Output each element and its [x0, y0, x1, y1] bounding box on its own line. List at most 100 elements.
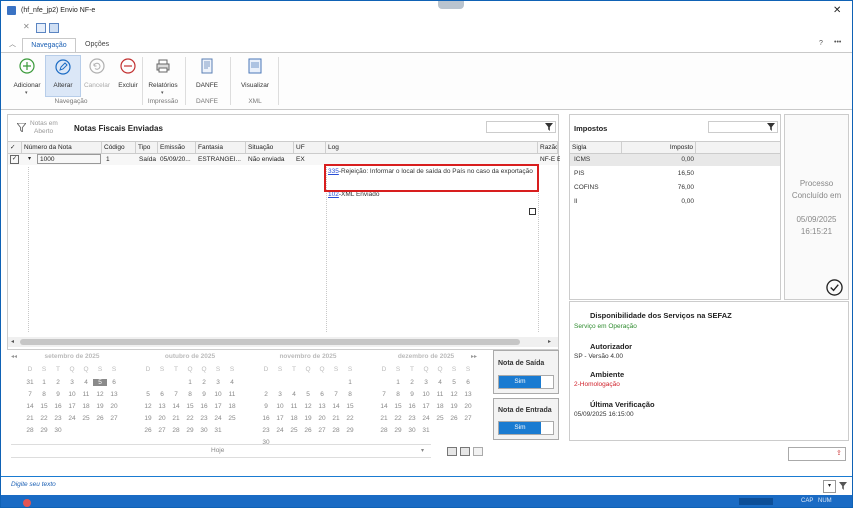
calendar-day[interactable]: 26 [141, 427, 155, 434]
calendar-day[interactable]: 21 [23, 415, 37, 422]
calendar-day[interactable]: 19 [93, 403, 107, 410]
calendar-day[interactable]: 6 [107, 379, 121, 386]
calendar-day[interactable]: 1 [183, 379, 197, 386]
calendar-grid-icon[interactable] [460, 447, 470, 456]
calendar-day[interactable]: 1 [343, 379, 357, 386]
calendar-day[interactable]: 11 [433, 391, 447, 398]
calendar-day[interactable]: 8 [183, 391, 197, 398]
calendar-day[interactable]: 2 [259, 391, 273, 398]
calendar-day[interactable]: 9 [51, 391, 65, 398]
today-button[interactable]: Hoje ▾ [11, 444, 431, 458]
tab-opcoes[interactable]: Opções [85, 38, 109, 52]
calendar-day[interactable]: 6 [155, 391, 169, 398]
calendar-day[interactable]: 25 [225, 415, 239, 422]
filter-label-1[interactable]: Notas em [30, 120, 58, 127]
calendar-day[interactable]: 7 [329, 391, 343, 398]
calendar-day[interactable]: 12 [93, 391, 107, 398]
calendar-day[interactable]: 28 [169, 427, 183, 434]
calendar-day[interactable]: 3 [65, 379, 79, 386]
calendar-day[interactable]: 24 [211, 415, 225, 422]
calendar-day[interactable]: 2 [405, 379, 419, 386]
calendar-day[interactable]: 1 [391, 379, 405, 386]
col-codigo[interactable]: Código [102, 142, 136, 153]
calendar-day[interactable]: 10 [419, 391, 433, 398]
calendar-day[interactable]: 11 [79, 391, 93, 398]
calendar-day[interactable]: 31 [23, 379, 37, 386]
calendar-day[interactable]: 20 [155, 415, 169, 422]
scroll-right-icon[interactable]: ▸ [548, 338, 551, 345]
calendar-day[interactable]: 17 [211, 403, 225, 410]
calendar-view-icon[interactable] [447, 447, 457, 456]
log-entry[interactable]: 102-XML Enviado [328, 191, 538, 198]
calendar-day[interactable]: 15 [343, 403, 357, 410]
calendar-day[interactable]: 15 [183, 403, 197, 410]
calendar-day[interactable]: 14 [377, 403, 391, 410]
calendar-day[interactable]: 13 [107, 391, 121, 398]
calendar-day[interactable]: 4 [287, 391, 301, 398]
calendar-day[interactable]: 21 [377, 415, 391, 422]
col-razao[interactable]: Razão [538, 142, 558, 153]
calendar-day[interactable]: 15 [391, 403, 405, 410]
calendar-day[interactable]: 10 [211, 391, 225, 398]
cross-icon[interactable]: ✕ [23, 22, 30, 31]
calendar-day[interactable]: 16 [259, 415, 273, 422]
calendar-day[interactable]: 21 [329, 415, 343, 422]
col-fantasia[interactable]: Fantasia [196, 142, 246, 153]
command-dropdown-icon[interactable]: ▾ [823, 480, 836, 493]
col-log[interactable]: Log [326, 142, 538, 153]
calendar-day[interactable]: 12 [141, 403, 155, 410]
calendar-day[interactable]: 26 [447, 415, 461, 422]
calendar-day[interactable]: 14 [169, 403, 183, 410]
calendar-day[interactable]: 9 [405, 391, 419, 398]
calendar-day[interactable]: 26 [301, 427, 315, 434]
calendar-day[interactable]: 29 [391, 427, 405, 434]
calendar-day[interactable]: 8 [391, 391, 405, 398]
log-code[interactable]: 102 [328, 191, 339, 198]
reports-button[interactable]: Relatórios ▾ [143, 55, 183, 96]
calendar-day[interactable]: 14 [329, 403, 343, 410]
scroll-thumb[interactable] [20, 339, 520, 345]
col-sigla[interactable]: Sigla [570, 142, 622, 153]
calendar-day[interactable]: 16 [405, 403, 419, 410]
calendar-day[interactable]: 28 [377, 427, 391, 434]
calendar-day[interactable]: 24 [419, 415, 433, 422]
table-icon[interactable] [36, 23, 46, 33]
calendar-day[interactable]: 31 [211, 427, 225, 434]
calendar-day[interactable]: 17 [65, 403, 79, 410]
grid-filter-icon[interactable] [545, 123, 553, 131]
tax-row[interactable]: II 0,00 [570, 196, 780, 208]
calendar-day[interactable]: 2 [51, 379, 65, 386]
calendar-day[interactable]: 29 [343, 427, 357, 434]
tab-navegacao[interactable]: Navegação [22, 38, 76, 53]
calendar-day[interactable]: 28 [329, 427, 343, 434]
cell-numero[interactable]: 1000 [37, 154, 101, 164]
calendar-day[interactable]: 17 [273, 415, 287, 422]
scroll-left-icon[interactable]: ◂ [11, 338, 14, 345]
calendar-day[interactable]: 22 [37, 415, 51, 422]
calendar-day-selected[interactable]: 5 [93, 379, 107, 386]
delete-button[interactable]: Excluir [112, 55, 144, 95]
calendar-day[interactable]: 2 [197, 379, 211, 386]
command-filter-icon[interactable] [839, 482, 847, 490]
col-tipo[interactable]: Tipo [136, 142, 158, 153]
collapse-handle[interactable] [438, 1, 464, 9]
calendar-day[interactable]: 31 [419, 427, 433, 434]
calendar-day[interactable]: 30 [197, 427, 211, 434]
taxes-filter-icon[interactable] [767, 123, 775, 131]
calendar-day[interactable]: 30 [51, 427, 65, 434]
calendar-day[interactable]: 8 [37, 391, 51, 398]
calendar-day[interactable]: 25 [287, 427, 301, 434]
calendar-day[interactable]: 9 [197, 391, 211, 398]
danfe-button[interactable]: DANFE [187, 55, 227, 95]
calendar-day[interactable]: 13 [155, 403, 169, 410]
calendar-day[interactable]: 10 [65, 391, 79, 398]
calendar-day[interactable]: 14 [23, 403, 37, 410]
calendar-day[interactable]: 7 [377, 391, 391, 398]
row-checkbox[interactable]: ✓ [10, 155, 19, 164]
horizontal-scrollbar[interactable]: ◂ ▸ [8, 337, 558, 347]
col-uf[interactable]: UF [294, 142, 326, 153]
calendar-day[interactable]: 21 [169, 415, 183, 422]
calendar-day[interactable]: 1 [37, 379, 51, 386]
ribbon-collapse-icon[interactable]: ︿ [9, 39, 16, 49]
tax-row[interactable]: PIS 16,50 [570, 168, 780, 180]
